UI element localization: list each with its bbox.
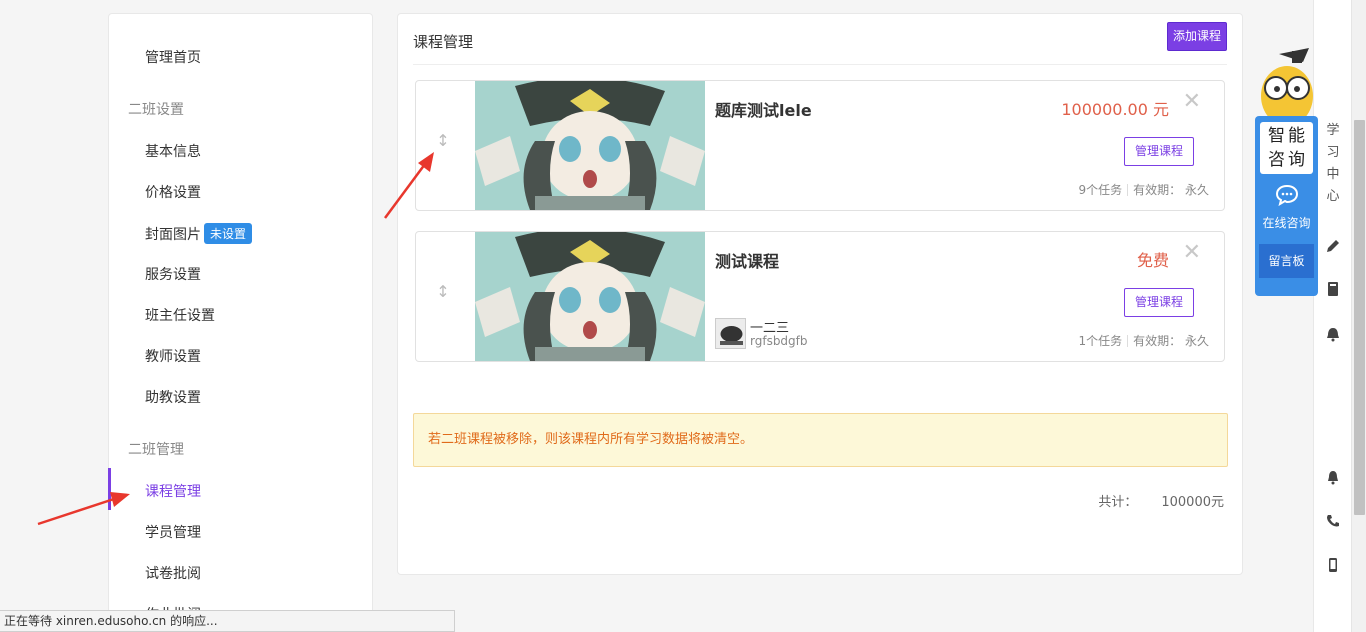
consult-card-line2: 咨询 [1268,150,1308,170]
sidebar-item-home[interactable]: 管理首页 [145,47,201,67]
validity: 有效期： 永久 [1133,334,1209,348]
manage-course-button[interactable]: 管理课程 [1124,137,1194,166]
course-card: ↕ 测试课程 免费 ✕ 管理课程 一二三 rgfsbdgfb 1个任务 有效期：… [415,231,1225,362]
online-consult-link[interactable]: 在线咨询 [1255,214,1318,231]
sidebar-item-cover-image[interactable]: 封面图片 未设置 [145,223,253,244]
sidebar-item-exam-review[interactable]: 试卷批阅 [145,563,201,583]
course-thumbnail[interactable] [475,81,705,210]
alarm-icon[interactable] [1323,326,1343,346]
course-price: 100000.00 元 [1061,100,1169,119]
add-course-button[interactable]: 添加课程 [1167,22,1227,51]
sidebar-item-basic-info[interactable]: 基本信息 [145,141,201,161]
status-badge: 未设置 [204,223,253,244]
close-icon[interactable]: ✕ [1183,91,1201,113]
manage-course-button[interactable]: 管理课程 [1124,288,1194,317]
total-summary: 共计： 100000元 [1098,491,1224,510]
course-thumbnail[interactable] [475,232,705,361]
sidebar-item-price-settings[interactable]: 价格设置 [145,182,201,202]
sidebar-group-manage: 二班管理 [128,442,184,458]
scrollbar[interactable] [1351,0,1366,632]
study-center-link[interactable]: 学习中心 [1326,120,1340,208]
sidebar-item-service-settings[interactable]: 服务设置 [145,264,201,284]
course-title[interactable]: 题库测试lele [715,97,812,121]
sidebar-item-head-teacher[interactable]: 班主任设置 [145,305,215,325]
page-title: 课程管理 [413,33,474,51]
chat-bubble-icon[interactable] [1275,184,1299,206]
consult-panel: 智能 咨询 在线咨询 留言板 [1255,116,1318,296]
scrollbar-thumb[interactable] [1354,120,1365,515]
sidebar-item-teacher-settings[interactable]: 教师设置 [145,346,201,366]
consult-widget: 智能 咨询 在线咨询 留言板 [1255,48,1318,296]
task-count: 1个任务 [1078,334,1123,348]
course-meta: 9个任务 有效期： 永久 [1079,181,1209,198]
course-title[interactable]: 测试课程 [715,248,779,272]
message-board-button[interactable]: 留言板 [1259,244,1314,278]
mobile-icon[interactable] [1323,557,1343,577]
total-amount: 100000元 [1161,495,1224,510]
course-price: 免费 [1136,251,1169,270]
smart-consult-card[interactable]: 智能 咨询 [1260,122,1313,174]
book-icon[interactable] [1323,281,1343,301]
validity: 有效期： 永久 [1133,183,1209,197]
main-panel: 课程管理 添加课程 ↕ 题库测试lele 100000.00 元 ✕ 管理课程 … [397,13,1243,575]
task-count: 9个任务 [1078,183,1123,197]
sidebar-item-course-manage[interactable]: 课程管理 [145,481,201,501]
phone-icon[interactable] [1323,513,1343,533]
pencil-icon[interactable] [1323,238,1343,258]
avatar[interactable] [715,318,746,349]
sidebar-item-label: 封面图片 [145,227,201,243]
drag-handle-icon[interactable]: ↕ [436,282,450,302]
warning-notice: 若二班课程被移除，则该课程内所有学习数据将被清空。 [413,413,1228,467]
sidebar: 管理首页 二班设置 基本信息 价格设置 封面图片 未设置 服务设置 班主任设置 教… [108,13,373,632]
active-indicator [108,468,111,510]
teacher-title: rgfsbdgfb [750,334,808,348]
total-label: 共计： [1098,495,1138,510]
bell-icon[interactable] [1323,469,1343,489]
sidebar-group-settings: 二班设置 [128,102,184,118]
browser-status-bar: 正在等待 xinren.edusoho.cn 的响应... [0,610,455,632]
consult-card-line1: 智能 [1268,126,1308,146]
mascot-icon [1261,48,1313,123]
course-card: ↕ 题库测试lele 100000.00 元 ✕ 管理课程 9个任务 有效期： 永 [415,80,1225,211]
divider [413,64,1227,65]
close-icon[interactable]: ✕ [1183,242,1201,264]
sidebar-item-assistant-settings[interactable]: 助教设置 [145,387,201,407]
sidebar-item-student-manage[interactable]: 学员管理 [145,522,201,542]
course-meta: 1个任务 有效期： 永久 [1079,332,1209,349]
right-toolbar: 学习中心 [1313,0,1351,632]
drag-handle-icon[interactable]: ↕ [436,131,450,151]
